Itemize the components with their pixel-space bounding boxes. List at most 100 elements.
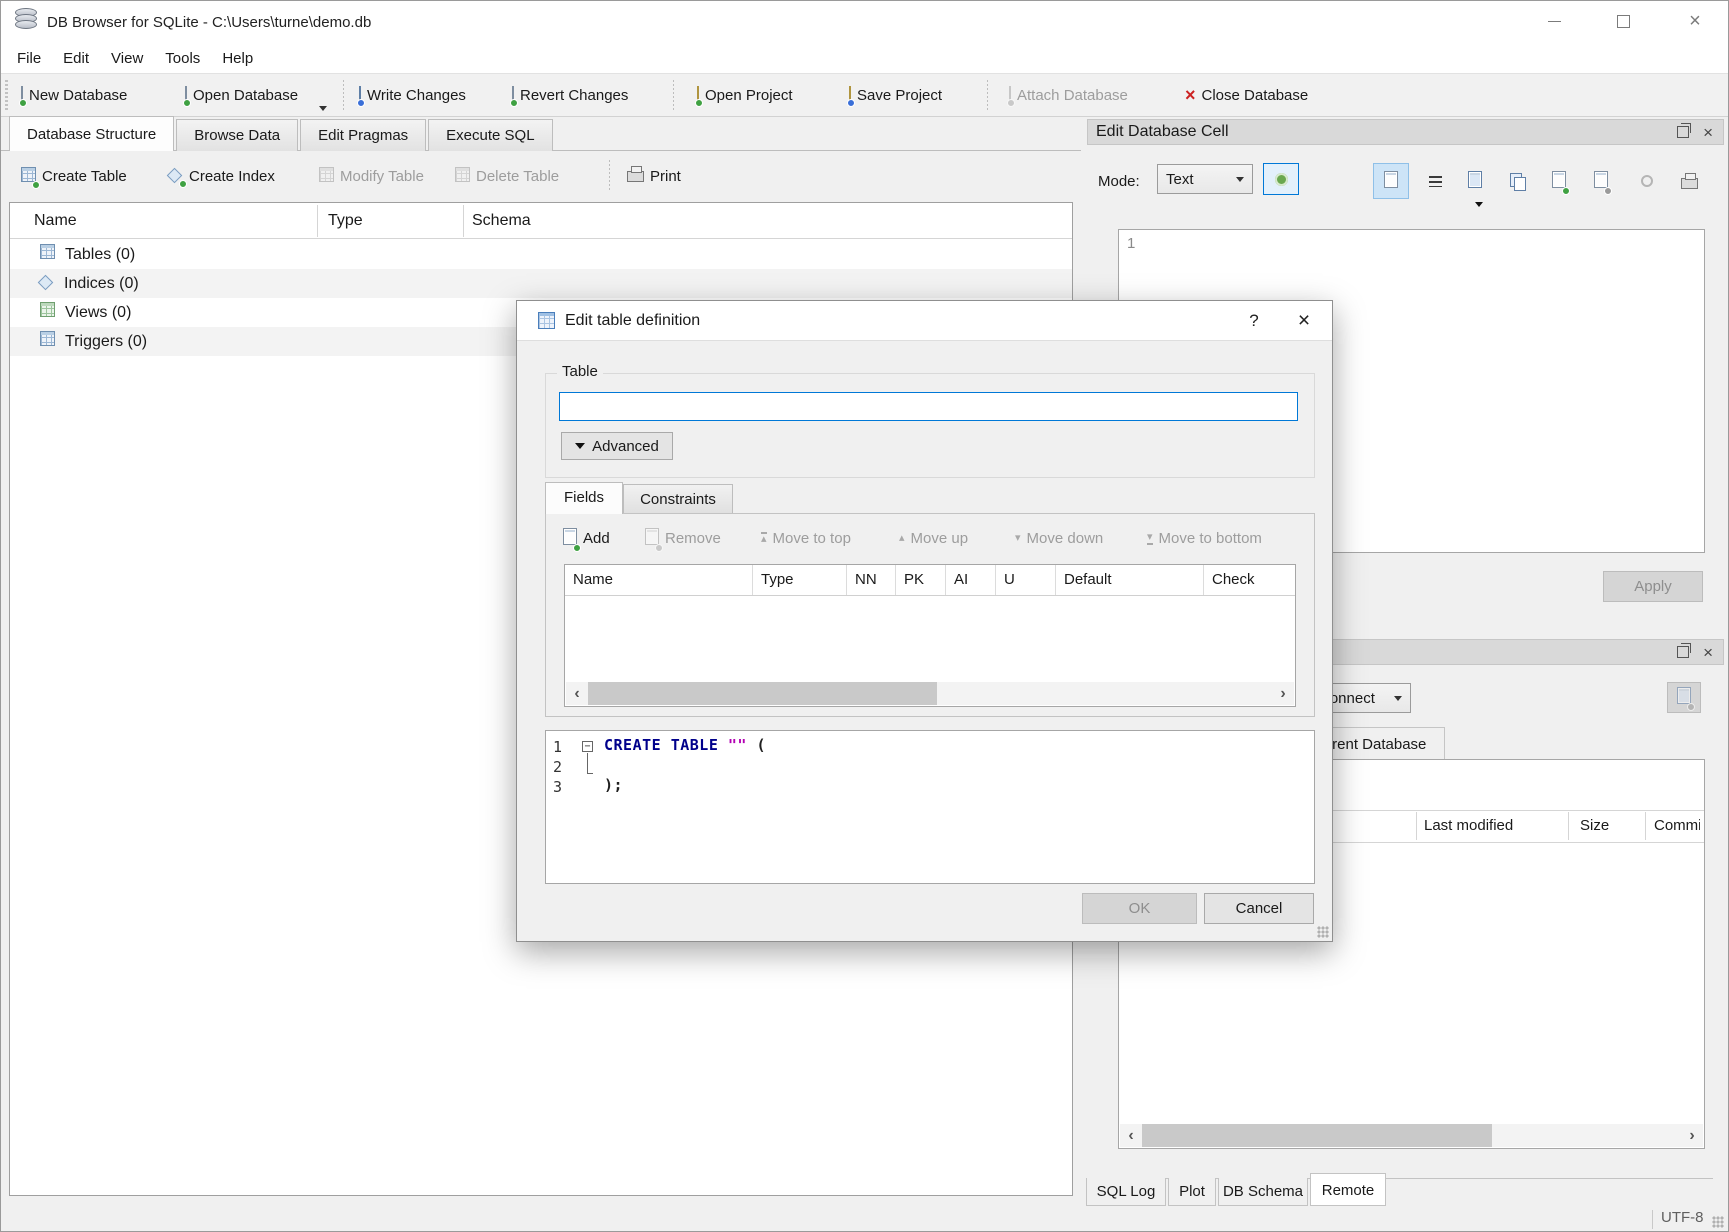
create-table-button[interactable]: Create Table — [15, 155, 133, 197]
remote-column-last-modified[interactable]: Last modified — [1424, 817, 1513, 834]
text-mode-button[interactable] — [1373, 163, 1409, 199]
scroll-right-icon[interactable]: › — [1681, 1124, 1703, 1147]
tree-column-name[interactable]: Name — [34, 203, 77, 239]
link-icon — [1594, 171, 1608, 192]
encoding-indicator[interactable]: UTF-8 — [1661, 1209, 1704, 1226]
remote-column-size[interactable]: Size — [1580, 817, 1609, 834]
revert-changes-button[interactable]: Revert Changes — [506, 74, 634, 116]
combo-caret-icon — [1394, 696, 1402, 701]
resize-grip[interactable] — [1712, 1216, 1724, 1228]
column-divider[interactable] — [317, 205, 318, 237]
menu-file[interactable]: File — [6, 47, 52, 71]
column-divider[interactable] — [1416, 812, 1417, 840]
scrollbar-thumb[interactable] — [1142, 1124, 1492, 1147]
help-button[interactable]: ? — [1232, 311, 1276, 331]
float-panel-icon[interactable] — [1677, 126, 1689, 138]
tab-plot[interactable]: Plot — [1168, 1178, 1216, 1206]
print-cell-button[interactable] — [1671, 163, 1707, 199]
tree-row-tables[interactable]: Tables (0) — [10, 240, 1072, 269]
add-field-button[interactable]: Add — [563, 524, 610, 552]
open-in-editor-icon — [1552, 171, 1566, 192]
maximize-button[interactable] — [1601, 1, 1645, 41]
remote-column-commit[interactable]: Commit — [1654, 817, 1700, 834]
open-database-button[interactable]: Open Database — [179, 74, 304, 116]
scroll-right-icon[interactable]: › — [1272, 682, 1294, 705]
app-database-icon — [15, 11, 37, 35]
mode-combobox[interactable]: Text — [1157, 164, 1253, 194]
move-down-icon: ▾ — [1015, 533, 1021, 544]
open-database-dropdown[interactable] — [319, 98, 327, 115]
write-changes-button[interactable]: Write Changes — [353, 74, 472, 116]
toolbar-separator — [987, 80, 988, 111]
cancel-button[interactable]: Cancel — [1204, 893, 1314, 924]
print-button[interactable]: Print — [621, 155, 687, 197]
horizontal-scrollbar[interactable]: ‹ › — [566, 682, 1294, 705]
tab-db-schema[interactable]: DB Schema — [1218, 1178, 1308, 1206]
scroll-left-icon[interactable]: ‹ — [1120, 1124, 1142, 1147]
tab-browse-data[interactable]: Browse Data — [176, 119, 298, 151]
modify-table-button: Modify Table — [313, 155, 430, 197]
new-database-button[interactable]: New Database — [15, 74, 133, 116]
tab-remote[interactable]: Remote — [1310, 1173, 1386, 1206]
line-number: 1 — [553, 738, 573, 756]
table-header-line — [565, 595, 1295, 596]
status-separator — [1652, 1210, 1653, 1229]
app-window: DB Browser for SQLite - C:\Users\turne\d… — [0, 0, 1729, 1232]
close-panel-icon[interactable]: × — [1703, 644, 1713, 661]
field-column-pk[interactable]: PK — [896, 565, 946, 595]
field-column-ai[interactable]: AI — [946, 565, 996, 595]
field-column-u[interactable]: U — [996, 565, 1056, 595]
field-column-nn[interactable]: NN — [847, 565, 896, 595]
edit-cell-panel-header: Edit Database Cell × — [1087, 119, 1724, 145]
link-data-button[interactable] — [1583, 163, 1619, 199]
column-divider[interactable] — [1568, 812, 1569, 840]
close-panel-icon[interactable]: × — [1703, 124, 1713, 141]
column-divider[interactable] — [1645, 812, 1646, 840]
float-panel-icon[interactable] — [1677, 646, 1689, 658]
close-database-button[interactable]: × Close Database — [1179, 74, 1314, 116]
column-divider[interactable] — [463, 205, 464, 237]
open-in-editor-button[interactable] — [1541, 163, 1577, 199]
push-database-button — [1667, 682, 1701, 713]
horizontal-scrollbar[interactable]: ‹ › — [1120, 1124, 1703, 1147]
table-name-input[interactable] — [559, 392, 1298, 421]
modify-table-icon — [319, 167, 334, 186]
close-button[interactable]: × — [1673, 1, 1717, 41]
menu-help[interactable]: Help — [211, 47, 264, 71]
structure-toolbar: Create Table Create Index Modify Table D… — [1, 152, 1081, 200]
tree-column-type[interactable]: Type — [328, 203, 363, 239]
dialog-resize-grip[interactable] — [1317, 926, 1329, 938]
tab-constraints[interactable]: Constraints — [623, 484, 733, 514]
word-wrap-button[interactable] — [1417, 163, 1453, 199]
field-column-default[interactable]: Default — [1056, 565, 1204, 595]
tab-edit-pragmas[interactable]: Edit Pragmas — [300, 119, 426, 151]
field-column-name[interactable]: Name — [565, 565, 753, 595]
menu-edit[interactable]: Edit — [52, 47, 100, 71]
import-dropdown[interactable] — [1475, 194, 1483, 211]
auto-apply-toggle-button[interactable] — [1263, 163, 1299, 195]
create-index-button[interactable]: Create Index — [163, 155, 281, 197]
advanced-button[interactable]: Advanced — [561, 432, 673, 460]
open-database-icon — [185, 87, 187, 104]
fold-marker-icon[interactable]: − — [582, 741, 593, 752]
scrollbar-thumb[interactable] — [588, 682, 937, 705]
tree-column-schema[interactable]: Schema — [472, 203, 531, 239]
open-project-button[interactable]: Open Project — [691, 74, 799, 116]
tab-execute-sql[interactable]: Execute SQL — [428, 119, 552, 151]
tab-sql-log[interactable]: SQL Log — [1086, 1178, 1166, 1206]
dialog-close-button[interactable]: × — [1276, 309, 1332, 333]
menu-view[interactable]: View — [100, 47, 154, 71]
table-definition-icon — [538, 312, 555, 329]
field-column-check[interactable]: Check — [1204, 565, 1295, 595]
delete-table-icon — [455, 167, 470, 186]
save-project-button[interactable]: Save Project — [843, 74, 948, 116]
scroll-left-icon[interactable]: ‹ — [566, 682, 588, 705]
menu-tools[interactable]: Tools — [154, 47, 211, 71]
tree-row-indices[interactable]: Indices (0) — [10, 269, 1072, 298]
tab-database-structure[interactable]: Database Structure — [9, 116, 174, 151]
field-column-type[interactable]: Type — [753, 565, 847, 595]
minimize-button[interactable] — [1532, 1, 1576, 41]
document-text-icon — [1384, 171, 1398, 192]
export-data-button[interactable] — [1499, 163, 1535, 199]
tab-fields[interactable]: Fields — [545, 482, 623, 514]
